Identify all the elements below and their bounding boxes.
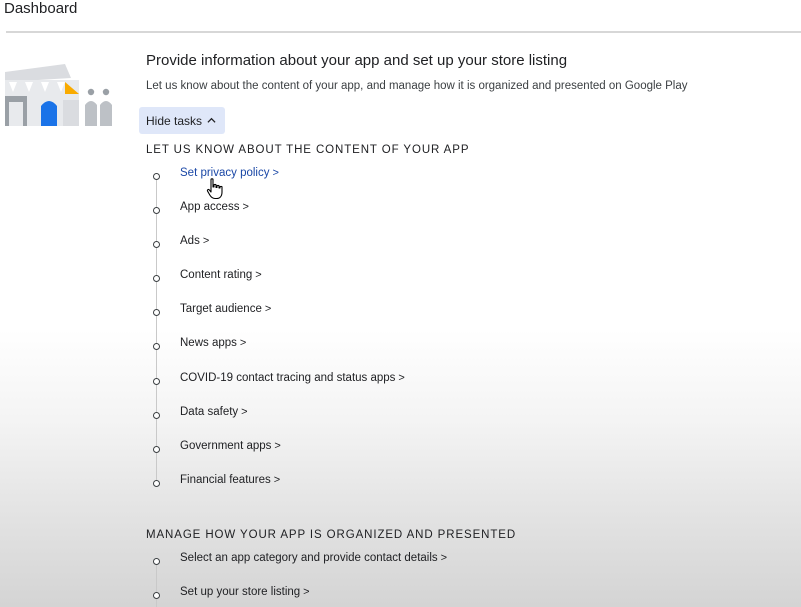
manage-section-title: MANAGE HOW YOUR APP IS ORGANIZED AND PRE… [146, 529, 517, 541]
chevron-right-icon: > [440, 552, 448, 564]
chevron-right-icon: > [202, 235, 210, 247]
circle-outline-icon [153, 412, 160, 419]
task-label: Select an app category and provide conta… [180, 552, 438, 564]
task-link[interactable]: Set privacy policy > [180, 167, 279, 179]
task-label: Content rating [180, 269, 253, 281]
task-label: Set up your store listing [180, 586, 301, 598]
task-financial-features[interactable]: Financial features > [140, 474, 640, 494]
chevron-right-icon: > [264, 303, 272, 315]
circle-outline-icon [153, 343, 160, 350]
task-link[interactable]: Ads > [180, 235, 209, 247]
circle-outline-icon [153, 378, 160, 385]
task-label: News apps [180, 337, 237, 349]
task-app-access[interactable]: App access > [140, 201, 640, 221]
chevron-right-icon: > [272, 167, 279, 179]
section-description: Let us know about the content of your ap… [146, 80, 688, 92]
task-link[interactable]: Target audience > [180, 303, 271, 315]
hide-tasks-label: Hide tasks [146, 113, 203, 128]
chevron-right-icon: > [303, 586, 310, 598]
task-government-apps[interactable]: Government apps > [140, 440, 640, 460]
circle-outline-icon [153, 241, 160, 248]
chevron-right-icon: > [274, 440, 281, 452]
chevron-right-icon: > [273, 474, 281, 486]
circle-outline-icon [153, 592, 160, 599]
circle-outline-icon [153, 558, 160, 565]
content-section-title: LET US KNOW ABOUT THE CONTENT OF YOUR AP… [146, 144, 470, 156]
task-store-listing[interactable]: Set up your store listing > [140, 586, 640, 606]
chevron-right-icon: > [239, 337, 247, 349]
task-app-category[interactable]: Select an app category and provide conta… [140, 552, 640, 572]
task-link[interactable]: App access > [180, 201, 249, 213]
task-target-audience[interactable]: Target audience > [140, 303, 640, 323]
section-heading: Provide information about your app and s… [146, 52, 568, 69]
circle-outline-icon [153, 446, 160, 453]
hand-cursor-icon [206, 178, 223, 200]
task-data-safety[interactable]: Data safety > [140, 406, 640, 426]
task-covid-apps[interactable]: COVID-19 contact tracing and status apps… [140, 372, 640, 392]
header-divider [6, 31, 801, 33]
task-link[interactable]: Government apps > [180, 440, 281, 452]
circle-outline-icon [153, 275, 160, 282]
chevron-right-icon: > [255, 269, 262, 281]
task-label: Government apps [180, 440, 272, 452]
circle-outline-icon [153, 480, 160, 487]
hide-tasks-button[interactable]: Hide tasks [139, 107, 225, 134]
task-label: Target audience [180, 303, 262, 315]
task-link[interactable]: News apps > [180, 337, 246, 349]
task-ads[interactable]: Ads > [140, 235, 640, 255]
task-link[interactable]: Data safety > [180, 406, 248, 418]
page-title: Dashboard [4, 0, 78, 17]
chevron-right-icon: > [241, 406, 248, 418]
top-bar: Dashboard [0, 0, 801, 33]
circle-outline-icon [153, 207, 160, 214]
chevron-up-icon [207, 117, 216, 123]
task-link[interactable]: Financial features > [180, 474, 280, 486]
task-label: Data safety [180, 406, 239, 418]
task-label: App access [180, 201, 240, 213]
circle-outline-icon [153, 173, 160, 180]
task-label: COVID-19 contact tracing and status apps [180, 372, 396, 384]
store-illustration [5, 64, 112, 126]
task-link[interactable]: Content rating > [180, 269, 262, 281]
task-news-apps[interactable]: News apps > [140, 337, 640, 357]
task-link[interactable]: Set up your store listing > [180, 586, 310, 598]
task-label: Ads [180, 235, 200, 247]
task-label: Financial features [180, 474, 271, 486]
chevron-right-icon: > [398, 372, 405, 384]
circle-outline-icon [153, 309, 160, 316]
task-link[interactable]: Select an app category and provide conta… [180, 552, 447, 564]
task-link[interactable]: COVID-19 contact tracing and status apps… [180, 372, 405, 384]
chevron-right-icon: > [242, 201, 249, 213]
task-content-rating[interactable]: Content rating > [140, 269, 640, 289]
